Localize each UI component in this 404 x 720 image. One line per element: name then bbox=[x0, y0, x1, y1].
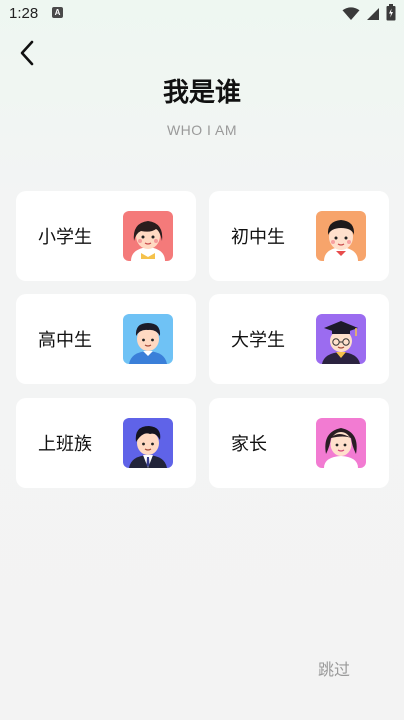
status-time: 1:28 bbox=[9, 5, 39, 22]
page-subtitle: WHO I AM bbox=[166, 122, 238, 138]
role-label: 初中生 bbox=[231, 227, 285, 248]
battery-icon bbox=[386, 4, 396, 21]
role-card-middle-school[interactable]: 初中生 bbox=[209, 191, 389, 281]
role-label: 大学生 bbox=[231, 330, 285, 351]
page-title: 我是谁 bbox=[162, 78, 241, 108]
role-label: 高中生 bbox=[38, 330, 92, 351]
role-card-primary-student[interactable]: 小学生 bbox=[16, 191, 196, 281]
role-label: 小学生 bbox=[38, 227, 92, 248]
role-label: 上班族 bbox=[38, 434, 92, 455]
role-card-high-school[interactable]: 高中生 bbox=[16, 294, 196, 384]
signal-icon bbox=[367, 8, 379, 20]
role-card-parent[interactable]: 家长 bbox=[209, 398, 389, 488]
chevron-left-icon bbox=[20, 40, 34, 66]
middle-school-girl-avatar-icon bbox=[316, 211, 366, 261]
back-button[interactable] bbox=[12, 38, 42, 68]
role-card-university[interactable]: 大学生 bbox=[209, 294, 389, 384]
status-bar: 1:28 A bbox=[0, 0, 404, 28]
parent-avatar-icon bbox=[316, 418, 366, 468]
role-card-office-worker[interactable]: 上班族 bbox=[16, 398, 196, 488]
skip-button[interactable]: 跳过 bbox=[318, 656, 350, 680]
role-label: 家长 bbox=[231, 434, 267, 455]
notification-icon: A bbox=[52, 7, 63, 18]
office-worker-avatar-icon bbox=[123, 418, 173, 468]
high-school-boy-avatar-icon bbox=[123, 314, 173, 364]
girl-student-avatar-icon bbox=[123, 211, 173, 261]
graduate-avatar-icon bbox=[316, 314, 366, 364]
wifi-icon bbox=[342, 7, 360, 20]
